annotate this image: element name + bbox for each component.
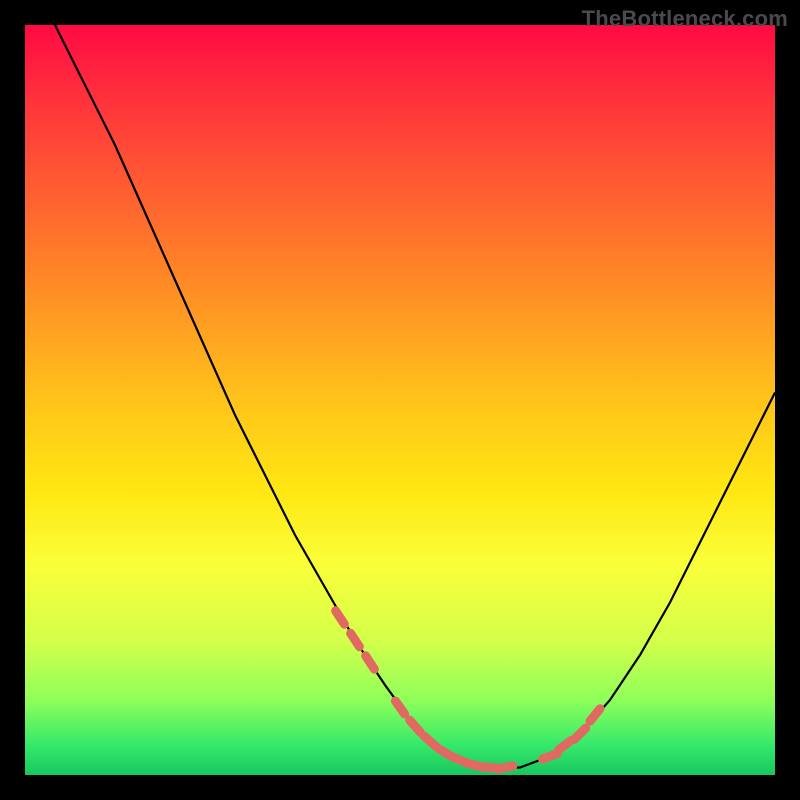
highlight-dot bbox=[366, 656, 375, 669]
highlight-dot bbox=[590, 709, 600, 721]
highlight-dot bbox=[543, 753, 558, 759]
highlight-dots bbox=[336, 611, 600, 769]
highlight-dot bbox=[351, 633, 360, 646]
bottleneck-curve bbox=[55, 25, 775, 768]
highlight-dot bbox=[497, 766, 513, 769]
highlight-dot bbox=[410, 720, 421, 732]
highlight-dot bbox=[559, 740, 572, 750]
highlight-dot bbox=[574, 728, 585, 739]
highlight-dot bbox=[424, 736, 436, 747]
chart-svg bbox=[25, 25, 775, 775]
highlight-dot bbox=[395, 701, 404, 714]
watermark-text: TheBottleneck.com bbox=[582, 6, 788, 32]
highlight-dot bbox=[336, 611, 345, 624]
